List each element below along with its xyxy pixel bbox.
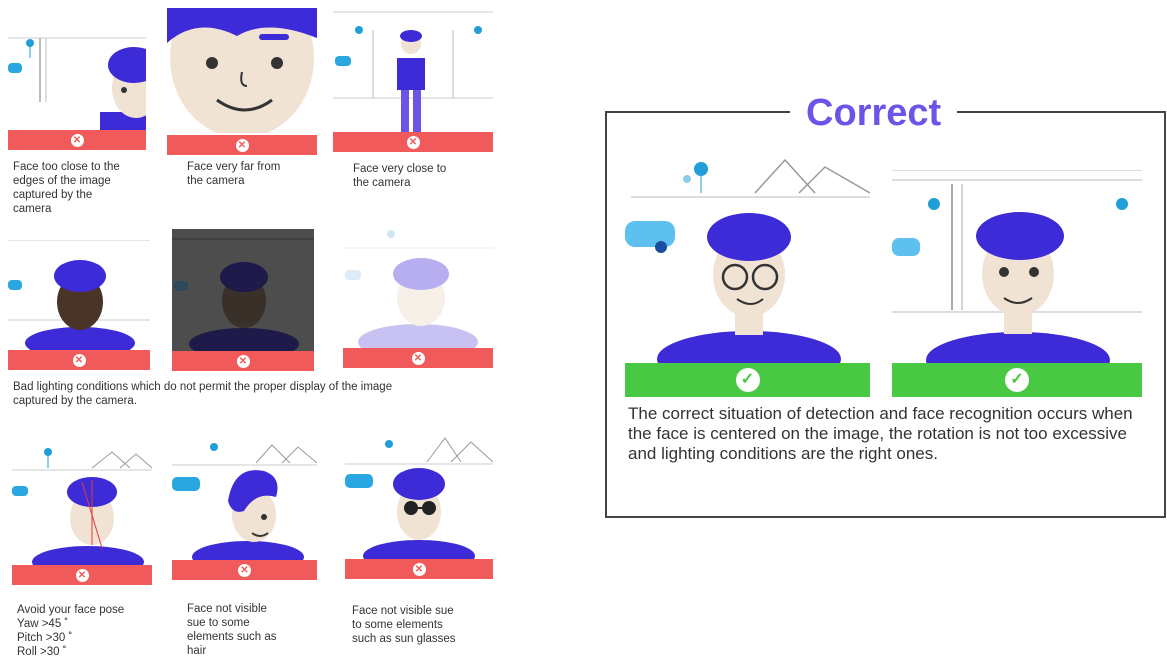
close-icon: ✕ [412, 562, 426, 576]
hair-occlusion-illustration [172, 443, 317, 560]
check-icon: ✓ [735, 368, 760, 392]
panel-title: Correct [790, 92, 958, 135]
status-bar: ✕ [333, 132, 493, 152]
status-bar: ✕ [343, 348, 493, 368]
status-bar: ✕ [167, 135, 317, 155]
caption-sunglasses: Face not visible sue to some elements su… [352, 605, 456, 645]
very-far-illustration [167, 8, 317, 133]
status-bar: ✓ [625, 363, 870, 397]
caption-face-pose: Avoid your face pose Yaw >45 ˚ Pitch >30… [17, 604, 125, 658]
status-bar: ✕ [172, 351, 314, 371]
too-close-edge-illustration [8, 37, 146, 130]
status-bar: ✕ [172, 560, 317, 580]
example-tile-too-close-edge [8, 10, 146, 130]
status-bar: ✕ [8, 350, 150, 370]
example-tile-face-pose [12, 440, 152, 565]
correct-example-plain [892, 170, 1142, 363]
example-tile-hair-occlusion [172, 435, 317, 560]
close-icon: ✕ [411, 351, 425, 365]
caption-hair-occlusion: Face not visible sue to some elements su… [187, 603, 277, 657]
close-icon: ✕ [235, 138, 249, 152]
caption-bad-lighting: Bad lighting conditions which do not per… [13, 381, 393, 407]
sunglasses-illustration [345, 437, 493, 559]
face-pose-illustration [12, 448, 152, 565]
status-bar: ✕ [8, 130, 146, 150]
correct-example-glasses [625, 155, 870, 363]
close-icon: ✕ [406, 135, 420, 149]
example-tile-very-far [167, 8, 317, 133]
lighting-dark-illustration [8, 240, 150, 350]
caption-too-close-edge: Face too close to the edges of the image… [13, 161, 120, 215]
correct-glasses-illustration [625, 158, 870, 363]
close-icon: ✕ [238, 563, 251, 577]
example-tile-dark-image [172, 229, 314, 351]
caption-very-close: Face very close to the camera [353, 163, 447, 189]
example-tile-sunglasses [345, 432, 493, 559]
lighting-dim-illustration [172, 238, 314, 351]
lighting-bright-illustration [343, 230, 493, 348]
close-icon: ✕ [70, 133, 84, 147]
correct-plain-illustration [892, 170, 1142, 363]
status-bar: ✓ [892, 363, 1142, 397]
very-close-illustration [333, 11, 493, 132]
example-tile-overexposed [343, 220, 493, 348]
caption-very-far: Face very far from the camera [187, 161, 281, 187]
close-icon: ✕ [72, 353, 86, 367]
close-icon: ✕ [236, 354, 250, 368]
check-icon: ✓ [1005, 368, 1029, 392]
example-tile-very-close [333, 10, 493, 132]
example-tile-dark-skin-lighting [8, 240, 150, 350]
correct-description: The correct situation of detection and f… [628, 404, 1133, 463]
status-bar: ✕ [12, 565, 152, 585]
status-bar: ✕ [345, 559, 493, 579]
close-icon: ✕ [75, 568, 89, 582]
